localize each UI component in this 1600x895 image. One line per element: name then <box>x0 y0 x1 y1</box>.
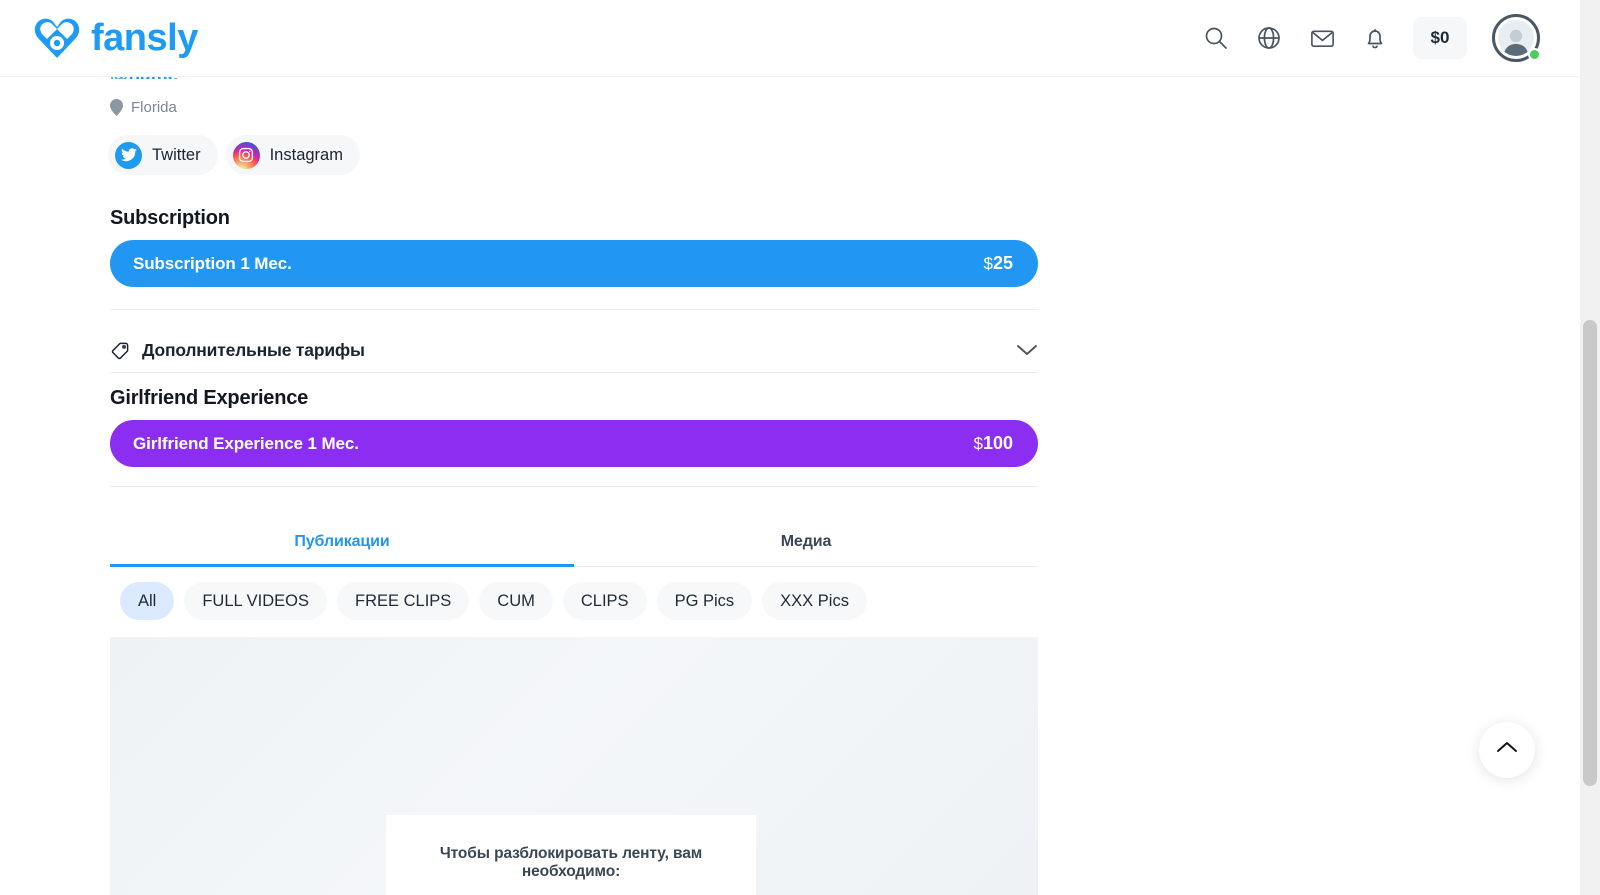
twitter-bird-icon <box>115 141 142 169</box>
globe-icon[interactable] <box>1254 23 1284 53</box>
chevron-up-icon <box>1496 741 1518 759</box>
profile-social-links: Twitter Instagram <box>108 135 360 175</box>
filter-chips: All FULL VIDEOS FREE CLIPS CUM CLIPS PG … <box>120 582 867 620</box>
avatar[interactable] <box>1492 14 1541 62</box>
gfe-currency: $ <box>973 434 983 453</box>
search-icon[interactable] <box>1201 23 1231 53</box>
profile-tabs: Публикации Медиа <box>110 518 1038 567</box>
site-header: fansly $0 <box>0 0 1580 77</box>
subscription-amount: 25 <box>992 253 1013 273</box>
filter-chip-all[interactable]: All <box>120 582 175 620</box>
tab-publications[interactable]: Публикации <box>110 518 574 567</box>
main-content: @name Florida Twitter <box>0 65 1580 895</box>
brand-wordmark: fansly <box>91 17 198 59</box>
chevron-down-icon[interactable] <box>1016 343 1038 357</box>
subscription-tier-price: $25 <box>984 253 1014 274</box>
subscription-section-title: Subscription <box>110 207 230 229</box>
subscription-tier-name: Subscription 1 Mec. <box>133 253 292 273</box>
balance-pill[interactable]: $0 <box>1413 17 1467 59</box>
divider <box>110 486 1038 487</box>
fansly-heart-logo-icon <box>33 16 81 60</box>
tab-media-label: Медиа <box>780 533 832 550</box>
page-root: fansly $0 Florida Twitter Instagram Subs… <box>0 0 1600 895</box>
envelope-icon[interactable] <box>1307 23 1337 53</box>
filter-chip-full-videos[interactable]: FULL VIDEOS <box>184 582 328 620</box>
social-link-instagram-label: Instagram <box>269 145 343 164</box>
page-scrollbar-track[interactable] <box>1580 0 1600 895</box>
unlock-feed-heading: Чтобы разблокировать ленту, вам необходи… <box>439 845 703 880</box>
map-pin-icon <box>110 99 123 116</box>
brand-logo-link[interactable]: fansly <box>33 16 198 60</box>
locked-feed-area: Чтобы разблокировать ленту, вам необходи… <box>110 637 1038 895</box>
extra-tiers-label: Дополнительные тарифы <box>142 339 365 360</box>
extra-tiers-accordion[interactable]: Дополнительные тарифы <box>110 329 1038 371</box>
divider <box>110 309 1038 310</box>
page-scrollbar-thumb[interactable] <box>1583 320 1597 786</box>
subscription-tier-button[interactable]: Subscription 1 Mec. $25 <box>110 240 1038 287</box>
filter-chip-pg-pics[interactable]: PG Pics <box>656 582 753 620</box>
tab-publications-label: Публикации <box>294 533 390 550</box>
gfe-tier-name: Girlfriend Experience 1 Mec. <box>133 433 359 453</box>
gfe-section-title: Girlfriend Experience <box>110 387 309 409</box>
filter-chip-cum[interactable]: CUM <box>479 582 553 620</box>
profile-location: Florida <box>110 99 177 116</box>
header-actions: $0 <box>1201 14 1541 62</box>
gfe-tier-price: $100 <box>973 433 1013 454</box>
social-link-twitter[interactable]: Twitter <box>108 135 218 175</box>
online-status-dot <box>1528 48 1541 61</box>
social-link-instagram[interactable]: Instagram <box>225 135 360 175</box>
divider <box>110 372 1038 373</box>
tab-media[interactable]: Медиа <box>574 518 1038 566</box>
scroll-to-top-button[interactable] <box>1479 722 1535 778</box>
gfe-tier-button[interactable]: Girlfriend Experience 1 Mec. $100 <box>110 420 1038 467</box>
unlock-feed-card: Чтобы разблокировать ленту, вам необходи… <box>386 815 756 895</box>
bell-icon[interactable] <box>1360 23 1390 53</box>
filter-chip-free-clips[interactable]: FREE CLIPS <box>337 582 470 620</box>
profile-location-label: Florida <box>131 99 177 116</box>
gfe-amount: 100 <box>982 433 1013 453</box>
filter-chip-xxx-pics[interactable]: XXX Pics <box>762 582 867 620</box>
subscription-currency: $ <box>983 254 993 273</box>
social-link-twitter-label: Twitter <box>152 145 201 164</box>
instagram-camera-icon <box>232 141 260 169</box>
filter-chip-clips[interactable]: CLIPS <box>562 582 647 620</box>
tag-icon <box>110 339 132 361</box>
